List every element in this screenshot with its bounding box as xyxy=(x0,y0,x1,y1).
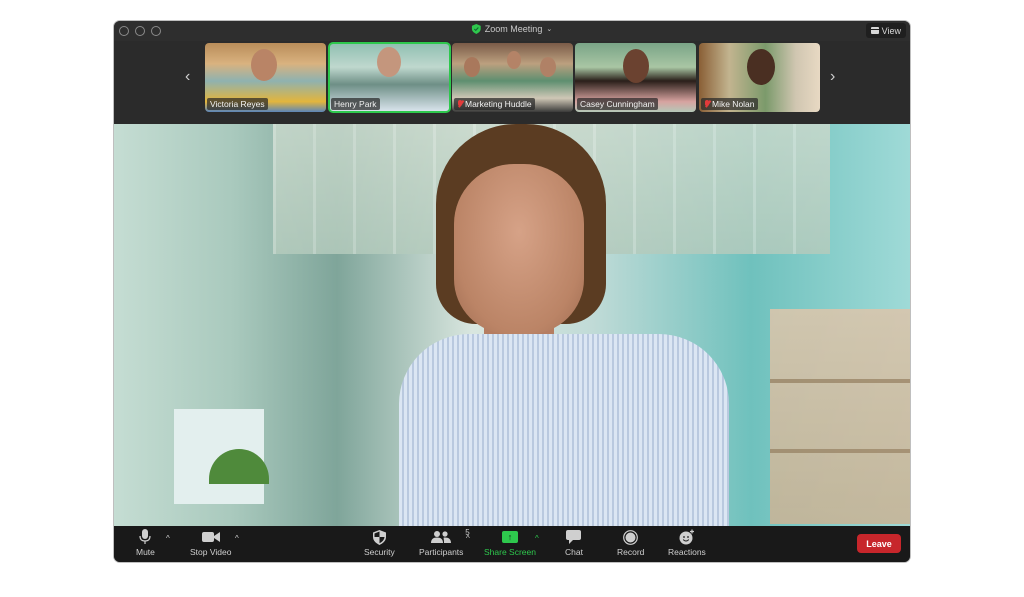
maximize-window-button[interactable] xyxy=(151,26,161,36)
participant-thumbnail[interactable]: Victoria Reyes xyxy=(205,43,326,112)
participant-video xyxy=(464,57,480,77)
microphone-icon xyxy=(139,529,152,544)
encryption-shield-icon xyxy=(471,24,481,34)
participant-video xyxy=(507,51,521,69)
share-screen-label: Share Screen xyxy=(484,547,536,557)
title-bar: Zoom Meeting ⌄ View xyxy=(114,21,910,41)
participant-name: Victoria Reyes xyxy=(210,99,265,109)
zoom-meeting-window: Zoom Meeting ⌄ View ‹ Victoria Reyes Hen… xyxy=(114,21,910,562)
reactions-button[interactable]: Reactions xyxy=(668,529,706,557)
participant-name-tag: Mike Nolan xyxy=(701,98,758,110)
share-screen-button[interactable]: ↑ Share Screen xyxy=(484,529,536,557)
security-button[interactable]: Security xyxy=(364,529,395,557)
speaker-face xyxy=(454,164,584,334)
stop-video-label: Stop Video xyxy=(190,547,232,557)
gallery-prev-button[interactable]: ‹ xyxy=(185,69,190,85)
participants-button[interactable]: 5 Participants xyxy=(419,528,470,557)
participants-icon xyxy=(431,531,452,543)
meeting-controls-toolbar: Mute ^ Stop Video ^ Security 5 Participa… xyxy=(114,526,910,562)
video-background-shelf xyxy=(770,309,910,524)
participant-thumbnail-active-speaker[interactable]: Henry Park xyxy=(328,42,451,113)
participant-name: Henry Park xyxy=(334,99,377,109)
muted-mic-icon xyxy=(457,100,463,108)
participant-thumbnail[interactable]: Marketing Huddle xyxy=(452,43,573,112)
participant-video xyxy=(623,49,649,83)
chat-bubble-icon xyxy=(566,530,582,544)
participant-video xyxy=(540,57,556,77)
share-options-caret[interactable]: ^ xyxy=(535,534,539,543)
security-shield-icon xyxy=(372,529,386,545)
chat-button[interactable]: Chat xyxy=(565,529,583,557)
security-label: Security xyxy=(364,547,395,557)
stop-video-button[interactable]: Stop Video xyxy=(190,529,231,557)
participant-thumbnail[interactable]: Casey Cunningham xyxy=(575,43,696,112)
meeting-title-menu[interactable]: Zoom Meeting ⌄ xyxy=(471,24,553,34)
chevron-down-icon: ⌄ xyxy=(546,26,553,33)
participants-options-caret[interactable]: ^ xyxy=(466,534,470,543)
window-controls xyxy=(119,26,161,36)
chat-label: Chat xyxy=(565,547,583,557)
close-window-button[interactable] xyxy=(119,26,129,36)
mute-button[interactable]: Mute xyxy=(136,529,155,557)
active-speaker-video xyxy=(114,124,910,526)
participant-name-tag: Henry Park xyxy=(331,98,380,110)
minimize-window-button[interactable] xyxy=(135,26,145,36)
grid-view-icon xyxy=(870,27,879,34)
audio-options-caret[interactable]: ^ xyxy=(166,534,170,543)
gallery-next-button[interactable]: › xyxy=(830,69,835,85)
record-label: Record xyxy=(617,547,645,557)
muted-mic-icon xyxy=(704,100,710,108)
reactions-smiley-icon xyxy=(679,529,694,545)
participant-name: Casey Cunningham xyxy=(580,99,655,109)
participant-name-tag: Casey Cunningham xyxy=(577,98,658,110)
participant-name: Marketing Huddle xyxy=(465,99,532,109)
participant-gallery-strip: ‹ Victoria Reyes Henry Park Marketing Hu… xyxy=(114,41,910,124)
mute-label: Mute xyxy=(136,547,155,557)
participant-name-tag: Victoria Reyes xyxy=(207,98,268,110)
record-icon xyxy=(623,529,639,545)
record-button[interactable]: Record xyxy=(617,529,644,557)
participant-thumbnail[interactable]: Mike Nolan xyxy=(699,43,820,112)
participant-video xyxy=(747,49,775,85)
participants-label: Participants xyxy=(419,547,464,557)
video-camera-icon xyxy=(201,532,220,542)
participant-name: Mike Nolan xyxy=(712,99,755,109)
participant-video xyxy=(377,47,401,77)
speaker-shirt xyxy=(399,334,729,526)
meeting-title: Zoom Meeting xyxy=(484,24,543,34)
video-options-caret[interactable]: ^ xyxy=(235,534,239,543)
view-label: View xyxy=(881,25,901,36)
leave-meeting-button[interactable]: Leave xyxy=(857,534,901,553)
share-screen-arrow-icon: ↑ xyxy=(501,531,518,543)
participant-name-tag: Marketing Huddle xyxy=(454,98,535,110)
participant-video xyxy=(251,49,277,81)
view-button[interactable]: View xyxy=(865,23,906,38)
reactions-label: Reactions xyxy=(668,547,706,557)
